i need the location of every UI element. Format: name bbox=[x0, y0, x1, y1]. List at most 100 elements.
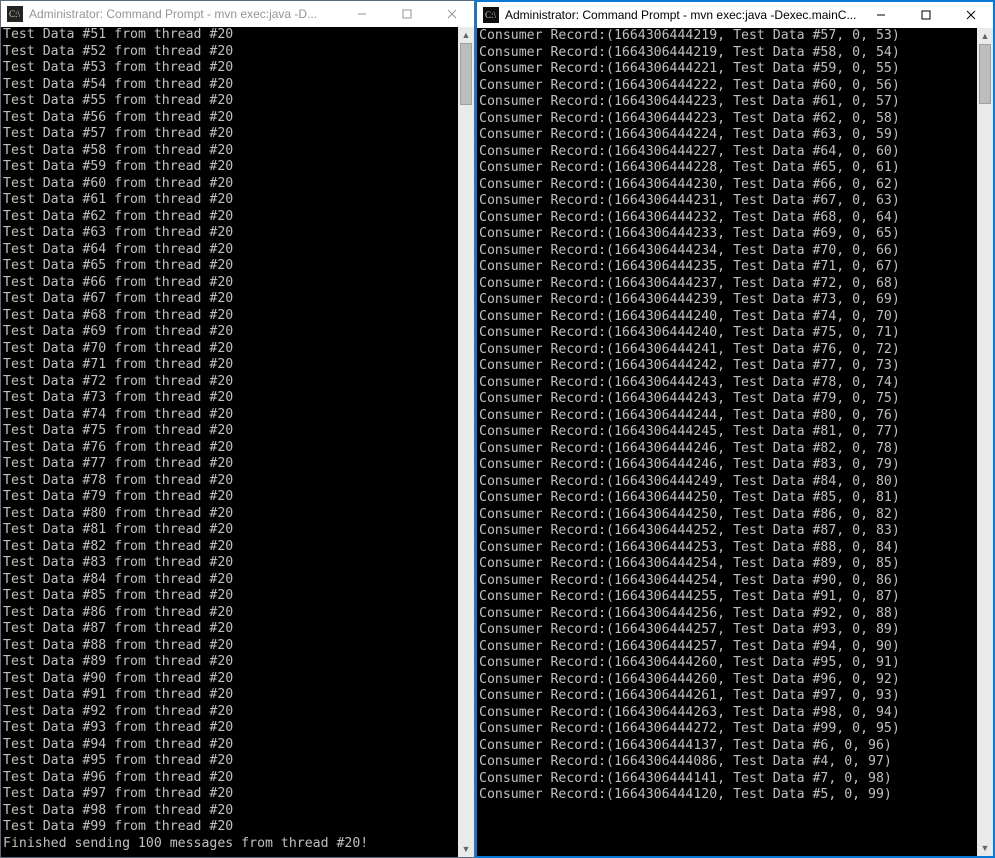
window-controls bbox=[339, 1, 474, 27]
terminal-output[interactable]: Test Data #51 from thread #20 Test Data #… bbox=[1, 27, 458, 857]
terminal-line: Consumer Record:(1664306444260, Test Dat… bbox=[479, 655, 975, 672]
terminal-line: Test Data #92 from thread #20 bbox=[3, 704, 456, 721]
terminal-line: Test Data #99 from thread #20 bbox=[3, 819, 456, 836]
terminal-line: Test Data #91 from thread #20 bbox=[3, 687, 456, 704]
terminal-line: Test Data #65 from thread #20 bbox=[3, 258, 456, 275]
terminal-line: Consumer Record:(1664306444137, Test Dat… bbox=[479, 738, 975, 755]
terminal-line: Consumer Record:(1664306444141, Test Dat… bbox=[479, 771, 975, 788]
terminal-line: Test Data #71 from thread #20 bbox=[3, 357, 456, 374]
terminal-line: Consumer Record:(1664306444257, Test Dat… bbox=[479, 639, 975, 656]
terminal-line: Consumer Record:(1664306444239, Test Dat… bbox=[479, 292, 975, 309]
terminal-line: Consumer Record:(1664306444241, Test Dat… bbox=[479, 342, 975, 359]
terminal-line: Test Data #56 from thread #20 bbox=[3, 110, 456, 127]
terminal-line: Test Data #64 from thread #20 bbox=[3, 242, 456, 259]
terminal-line: Test Data #96 from thread #20 bbox=[3, 770, 456, 787]
cmd-window-consumer: C:\ Administrator: Command Prompt - mvn … bbox=[475, 0, 995, 858]
terminal-line: Test Data #81 from thread #20 bbox=[3, 522, 456, 539]
terminal-line: Consumer Record:(1664306444257, Test Dat… bbox=[479, 622, 975, 639]
terminal-line: Finished sending 100 messages from threa… bbox=[3, 836, 456, 853]
minimize-button[interactable] bbox=[858, 2, 903, 28]
terminal-line: Test Data #67 from thread #20 bbox=[3, 291, 456, 308]
maximize-button[interactable] bbox=[903, 2, 948, 28]
terminal-line: Test Data #84 from thread #20 bbox=[3, 572, 456, 589]
scrollbar-thumb[interactable] bbox=[460, 43, 472, 105]
terminal-line: Consumer Record:(1664306444256, Test Dat… bbox=[479, 606, 975, 623]
terminal-line: Test Data #51 from thread #20 bbox=[3, 27, 456, 44]
terminal-line: Consumer Record:(1664306444222, Test Dat… bbox=[479, 78, 975, 95]
terminal-line: Test Data #90 from thread #20 bbox=[3, 671, 456, 688]
terminal-line: Consumer Record:(1664306444240, Test Dat… bbox=[479, 325, 975, 342]
terminal-line: Consumer Record:(1664306444246, Test Dat… bbox=[479, 441, 975, 458]
svg-text:C:\: C:\ bbox=[485, 10, 497, 20]
close-button[interactable] bbox=[429, 1, 474, 27]
terminal-line: Consumer Record:(1664306444260, Test Dat… bbox=[479, 672, 975, 689]
terminal-line: Test Data #95 from thread #20 bbox=[3, 753, 456, 770]
terminal-line: Consumer Record:(1664306444243, Test Dat… bbox=[479, 375, 975, 392]
terminal-line: Consumer Record:(1664306444120, Test Dat… bbox=[479, 787, 975, 804]
scroll-down-button[interactable]: ▼ bbox=[458, 841, 474, 857]
terminal-line: Test Data #63 from thread #20 bbox=[3, 225, 456, 242]
close-button[interactable] bbox=[948, 2, 993, 28]
terminal-line: Consumer Record:(1664306444219, Test Dat… bbox=[479, 45, 975, 62]
terminal-line: Test Data #89 from thread #20 bbox=[3, 654, 456, 671]
vertical-scrollbar[interactable]: ▲ ▼ bbox=[458, 27, 474, 857]
terminal-line: Consumer Record:(1664306444223, Test Dat… bbox=[479, 111, 975, 128]
terminal-line: Test Data #58 from thread #20 bbox=[3, 143, 456, 160]
terminal-line: Consumer Record:(1664306444250, Test Dat… bbox=[479, 507, 975, 524]
terminal-line: Test Data #94 from thread #20 bbox=[3, 737, 456, 754]
terminal-line: Test Data #83 from thread #20 bbox=[3, 555, 456, 572]
terminal-line: Consumer Record:(1664306444245, Test Dat… bbox=[479, 424, 975, 441]
scroll-down-button[interactable]: ▼ bbox=[977, 840, 993, 856]
terminal-line: Consumer Record:(1664306444235, Test Dat… bbox=[479, 259, 975, 276]
cmd-icon: C:\ bbox=[7, 6, 23, 22]
terminal-line: Consumer Record:(1664306444242, Test Dat… bbox=[479, 358, 975, 375]
titlebar[interactable]: C:\ Administrator: Command Prompt - mvn … bbox=[1, 1, 474, 27]
terminal-line: Test Data #60 from thread #20 bbox=[3, 176, 456, 193]
terminal-line: Consumer Record:(1664306444261, Test Dat… bbox=[479, 688, 975, 705]
desktop: C:\ Administrator: Command Prompt - mvn … bbox=[0, 0, 995, 858]
terminal-line: Test Data #70 from thread #20 bbox=[3, 341, 456, 358]
terminal-line: Consumer Record:(1664306444249, Test Dat… bbox=[479, 474, 975, 491]
terminal-line: Test Data #76 from thread #20 bbox=[3, 440, 456, 457]
terminal-line: Test Data #53 from thread #20 bbox=[3, 60, 456, 77]
terminal-output[interactable]: Consumer Record:(1664306444219, Test Dat… bbox=[477, 28, 977, 856]
terminal-line: Consumer Record:(1664306444219, Test Dat… bbox=[479, 28, 975, 45]
terminal-line: Consumer Record:(1664306444231, Test Dat… bbox=[479, 193, 975, 210]
terminal-line: Test Data #59 from thread #20 bbox=[3, 159, 456, 176]
terminal-line: Test Data #78 from thread #20 bbox=[3, 473, 456, 490]
terminal-line: Test Data #62 from thread #20 bbox=[3, 209, 456, 226]
terminal-line: Test Data #80 from thread #20 bbox=[3, 506, 456, 523]
terminal-line: Consumer Record:(1664306444253, Test Dat… bbox=[479, 540, 975, 557]
scrollbar-thumb[interactable] bbox=[979, 44, 991, 104]
terminal-line: Consumer Record:(1664306444240, Test Dat… bbox=[479, 309, 975, 326]
terminal-line: Consumer Record:(1664306444254, Test Dat… bbox=[479, 573, 975, 590]
scroll-up-button[interactable]: ▲ bbox=[458, 27, 474, 43]
terminal-line: Consumer Record:(1664306444272, Test Dat… bbox=[479, 721, 975, 738]
terminal-line: Test Data #57 from thread #20 bbox=[3, 126, 456, 143]
terminal-line: Consumer Record:(1664306444086, Test Dat… bbox=[479, 754, 975, 771]
window-controls bbox=[858, 2, 993, 28]
cmd-icon: C:\ bbox=[483, 7, 499, 23]
terminal-line: Consumer Record:(1664306444250, Test Dat… bbox=[479, 490, 975, 507]
client-area: Test Data #51 from thread #20 Test Data #… bbox=[1, 27, 474, 857]
terminal-line: Consumer Record:(1664306444230, Test Dat… bbox=[479, 177, 975, 194]
terminal-line: Test Data #86 from thread #20 bbox=[3, 605, 456, 622]
svg-text:C:\: C:\ bbox=[9, 9, 21, 19]
terminal-line: Consumer Record:(1664306444224, Test Dat… bbox=[479, 127, 975, 144]
terminal-line: Test Data #93 from thread #20 bbox=[3, 720, 456, 737]
terminal-line: Test Data #68 from thread #20 bbox=[3, 308, 456, 325]
terminal-line: Test Data #72 from thread #20 bbox=[3, 374, 456, 391]
terminal-line: Test Data #54 from thread #20 bbox=[3, 77, 456, 94]
minimize-button[interactable] bbox=[339, 1, 384, 27]
terminal-line: Consumer Record:(1664306444227, Test Dat… bbox=[479, 144, 975, 161]
terminal-line: Consumer Record:(1664306444246, Test Dat… bbox=[479, 457, 975, 474]
window-title: Administrator: Command Prompt - mvn exec… bbox=[29, 7, 339, 21]
vertical-scrollbar[interactable]: ▲ ▼ bbox=[977, 28, 993, 856]
terminal-line: Consumer Record:(1664306444252, Test Dat… bbox=[479, 523, 975, 540]
scroll-up-button[interactable]: ▲ bbox=[977, 28, 993, 44]
client-area: Consumer Record:(1664306444219, Test Dat… bbox=[477, 28, 993, 856]
maximize-button[interactable] bbox=[384, 1, 429, 27]
terminal-line: Test Data #98 from thread #20 bbox=[3, 803, 456, 820]
titlebar[interactable]: C:\ Administrator: Command Prompt - mvn … bbox=[477, 2, 993, 28]
terminal-line: Consumer Record:(1664306444243, Test Dat… bbox=[479, 391, 975, 408]
